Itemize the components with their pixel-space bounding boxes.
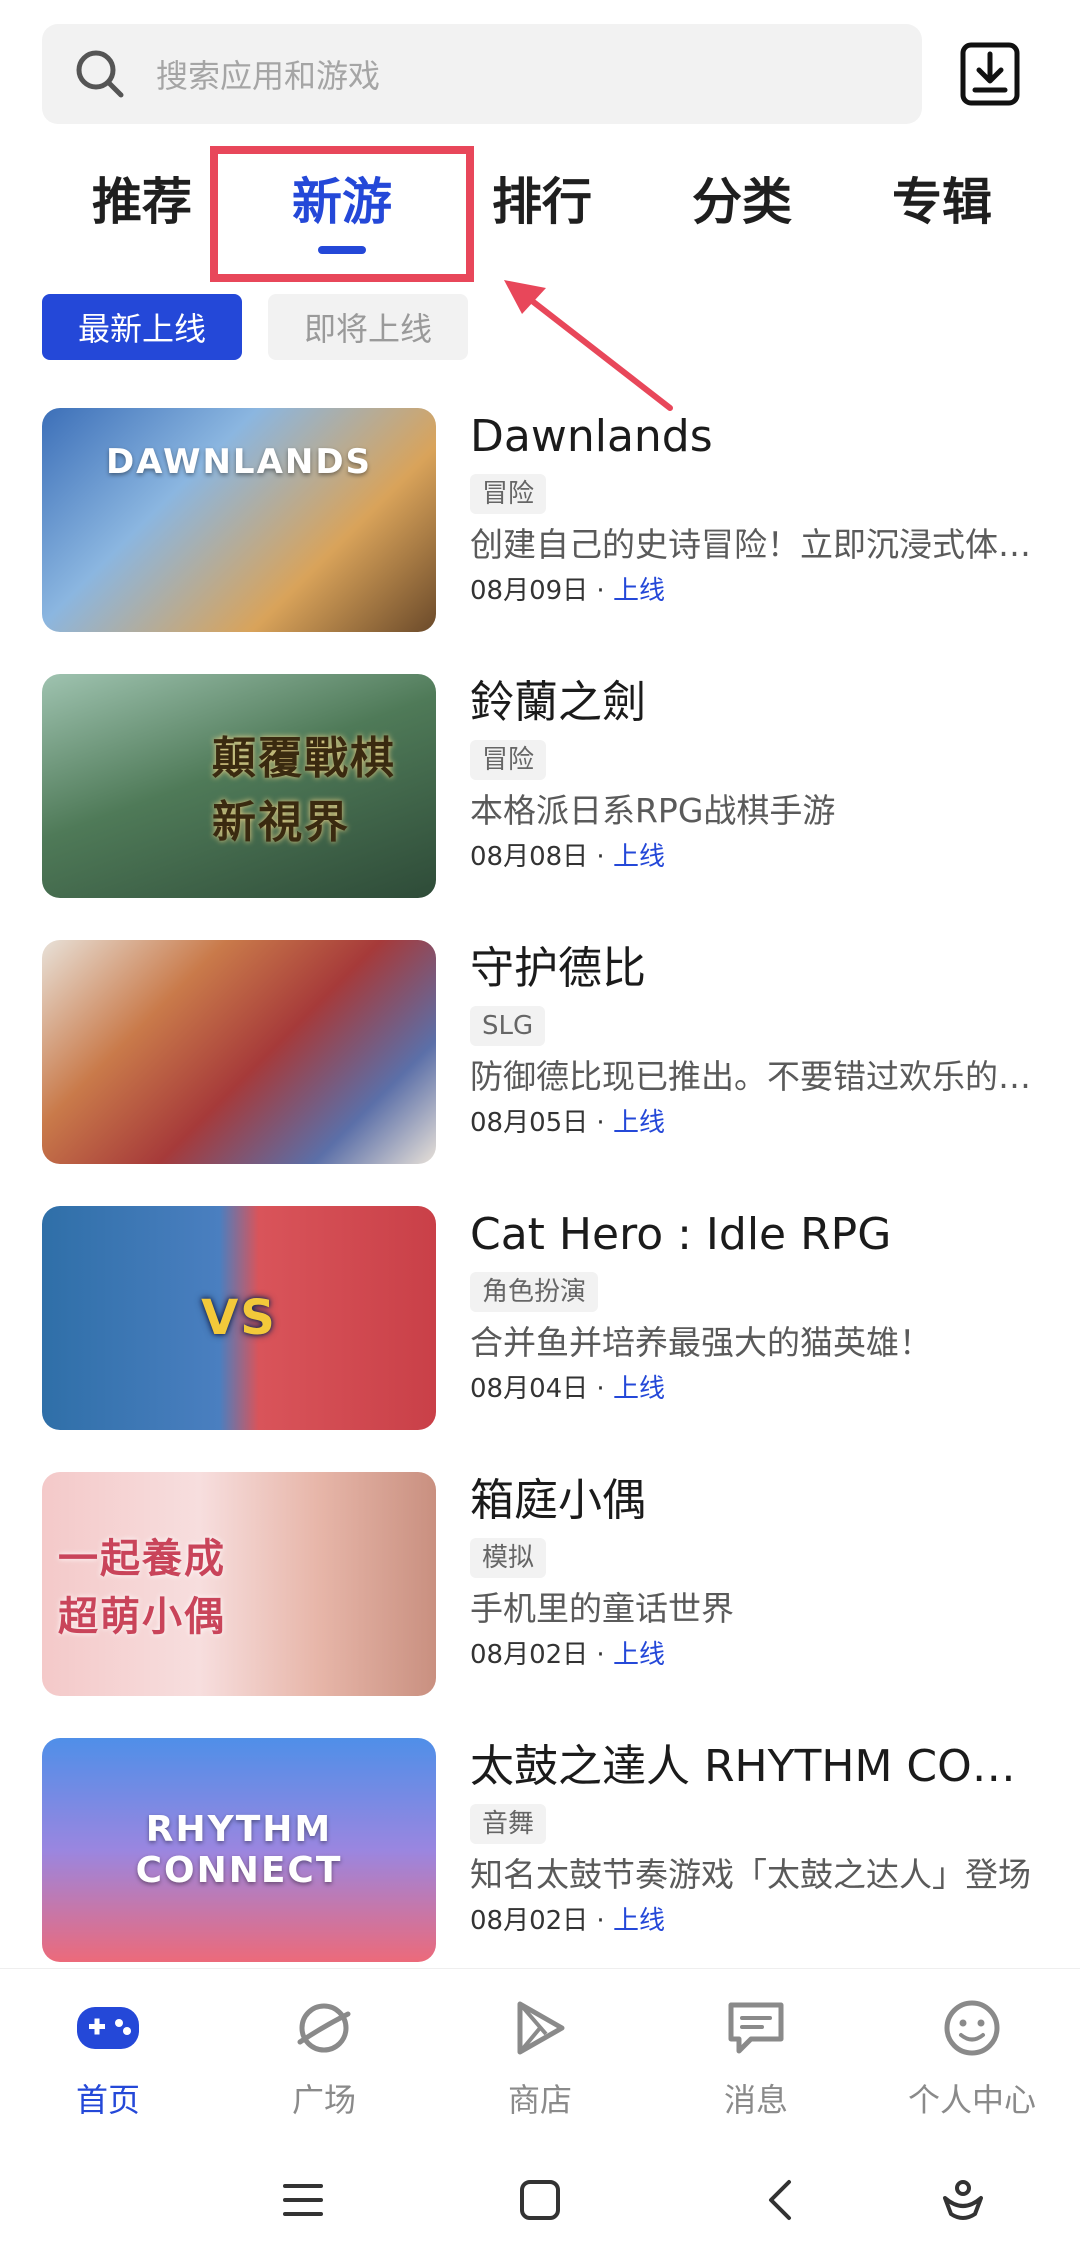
meta-separator: · — [588, 1374, 613, 1404]
thumbnail-logo: VS — [201, 1290, 277, 1346]
release-status: 上线 — [612, 1640, 665, 1670]
game-description: 手机里的童话世界 — [470, 1589, 734, 1628]
game-thumbnail[interactable]: DAWNLANDS — [42, 408, 436, 632]
genre-tag: 音舞 — [470, 1804, 547, 1844]
thumbnail-logo: 顛覆戰棋 新視界 — [212, 733, 396, 848]
back-button[interactable] — [745, 2168, 815, 2232]
home-square-icon — [520, 2180, 560, 2220]
game-title[interactable]: Dawnlands — [470, 408, 1040, 466]
message-icon — [721, 1993, 791, 2063]
nav-label: 消息 — [723, 2081, 788, 2119]
meta-separator: · — [588, 1640, 613, 1670]
nav-label: 首页 — [75, 2081, 140, 2119]
thumbnail-logo: RHYTHM CONNECT — [135, 1809, 343, 1891]
genre-tag: 角色扮演 — [470, 1272, 599, 1312]
game-description: 防御德比现已推出。不要错过欢乐的战斗 — [470, 1057, 1040, 1096]
list-item[interactable]: 一起養成 超萌小偶 箱庭小偶 模拟 手机里的童话世界 08月02日 · 上线 — [0, 1472, 1080, 1698]
download-manager-button[interactable] — [960, 42, 1020, 106]
thumbnail-logo: 一起養成 超萌小偶 — [58, 1536, 226, 1640]
release-date: 08月05日 — [470, 1108, 589, 1138]
game-thumbnail[interactable]: 顛覆戰棋 新視界 — [42, 674, 436, 898]
game-thumbnail[interactable]: VS — [42, 1206, 436, 1430]
nav-label: 商店 — [507, 2081, 572, 2119]
search-icon — [72, 46, 128, 102]
game-description: 知名太鼓节奏游戏「太鼓之达人」登场 — [470, 1855, 1031, 1894]
menu-icon — [283, 2184, 323, 2216]
system-navigation-bar — [0, 2138, 1080, 2258]
release-status: 上线 — [612, 576, 665, 606]
nav-label: 个人中心 — [907, 2081, 1036, 2119]
meta-separator: · — [588, 576, 613, 606]
tab-collections[interactable]: 专辑 — [892, 162, 992, 234]
game-description: 本格派日系RPG战棋手游 — [470, 791, 836, 830]
release-date: 08月04日 — [470, 1374, 589, 1404]
genre-tag: SLG — [470, 1006, 546, 1046]
list-item[interactable]: DAWNLANDS Dawnlands 冒险 创建自己的史诗冒险！立即沉浸式体验… — [0, 408, 1080, 634]
nav-store[interactable]: 商店 — [432, 1993, 648, 2121]
nav-home[interactable]: 首页 — [0, 1993, 216, 2121]
genre-tag: 冒险 — [470, 474, 547, 514]
list-item[interactable]: 顛覆戰棋 新視界 鈴蘭之劍 冒险 本格派日系RPG战棋手游 08月08日 · 上… — [0, 674, 1080, 900]
assistant-button[interactable] — [928, 2168, 998, 2232]
release-meta: 08月04日 · 上线 — [470, 1372, 1040, 1406]
genre-tag: 冒险 — [470, 740, 547, 780]
release-status: 上线 — [612, 1374, 665, 1404]
game-title[interactable]: 太鼓之達人 RHYTHM CONNECT — [470, 1738, 1040, 1796]
game-thumbnail[interactable]: RHYTHM CONNECT — [42, 1738, 436, 1962]
subtab-latest-release[interactable]: 最新上线 — [42, 294, 242, 360]
release-date: 08月02日 — [470, 1906, 589, 1936]
nav-messages[interactable]: 消息 — [648, 1993, 864, 2121]
game-thumbnail[interactable] — [42, 940, 436, 1164]
nav-square[interactable]: 广场 — [216, 1993, 432, 2121]
release-meta: 08月02日 · 上线 — [470, 1638, 1040, 1672]
game-description: 合并鱼并培养最强大的猫英雄！ — [470, 1323, 932, 1362]
annotation-arrow — [504, 280, 673, 411]
download-icon — [960, 42, 1020, 106]
planet-icon — [289, 1993, 359, 2063]
game-title[interactable]: 箱庭小偶 — [470, 1472, 1040, 1530]
release-status: 上线 — [612, 842, 665, 872]
subtab-coming-soon[interactable]: 即将上线 — [268, 294, 468, 360]
release-meta: 08月02日 · 上线 — [470, 1904, 1040, 1938]
gamepad-icon — [73, 1993, 143, 2063]
nav-label: 广场 — [291, 2081, 356, 2119]
annotation-highlight-box — [210, 146, 474, 282]
genre-tag: 模拟 — [470, 1538, 547, 1578]
game-description: 创建自己的史诗冒险！立即沉浸式体验全新世界 — [470, 525, 1040, 564]
list-item[interactable]: RHYTHM CONNECT 太鼓之達人 RHYTHM CONNECT 音舞 知… — [0, 1738, 1080, 1964]
meta-separator: · — [588, 1108, 613, 1138]
release-status: 上线 — [612, 1906, 665, 1936]
tab-ranking[interactable]: 排行 — [492, 162, 592, 234]
release-meta: 08月09日 · 上线 — [470, 574, 1040, 608]
tab-categories[interactable]: 分类 — [692, 162, 792, 234]
game-title[interactable]: 守护德比 — [470, 940, 1040, 998]
release-meta: 08月05日 · 上线 — [470, 1106, 1040, 1140]
release-status: 上线 — [612, 1108, 665, 1138]
release-date: 08月09日 — [470, 576, 589, 606]
list-item[interactable]: VS Cat Hero : Idle RPG 角色扮演 合并鱼并培养最强大的猫英… — [0, 1206, 1080, 1432]
search-input[interactable]: 搜索应用和游戏 — [156, 51, 380, 97]
category-tabs: 推荐 新游 排行 分类 专辑 — [0, 150, 1080, 260]
tab-recommend[interactable]: 推荐 — [92, 162, 192, 234]
list-item[interactable]: 守护德比 SLG 防御德比现已推出。不要错过欢乐的战斗 08月05日 · 上线 — [0, 940, 1080, 1166]
game-title[interactable]: Cat Hero : Idle RPG — [470, 1206, 1040, 1264]
release-date: 08月08日 — [470, 842, 589, 872]
meta-separator: · — [588, 842, 613, 872]
release-meta: 08月08日 · 上线 — [470, 840, 1040, 874]
menu-button[interactable] — [268, 2168, 338, 2232]
back-icon — [769, 2180, 791, 2220]
home-button[interactable] — [505, 2168, 575, 2232]
assistant-icon — [943, 2180, 983, 2220]
play-store-icon — [505, 1993, 575, 2063]
smiley-icon — [937, 1993, 1007, 2063]
release-date: 08月02日 — [470, 1640, 589, 1670]
search-bar[interactable]: 搜索应用和游戏 — [42, 24, 922, 124]
game-title[interactable]: 鈴蘭之劍 — [470, 674, 1040, 732]
nav-profile[interactable]: 个人中心 — [864, 1993, 1080, 2121]
game-thumbnail[interactable]: 一起養成 超萌小偶 — [42, 1472, 436, 1696]
thumbnail-logo: DAWNLANDS — [105, 441, 373, 482]
bottom-navigation: 首页 广场 商店 消息 个人中心 — [0, 1968, 1080, 2139]
meta-separator: · — [588, 1906, 613, 1936]
